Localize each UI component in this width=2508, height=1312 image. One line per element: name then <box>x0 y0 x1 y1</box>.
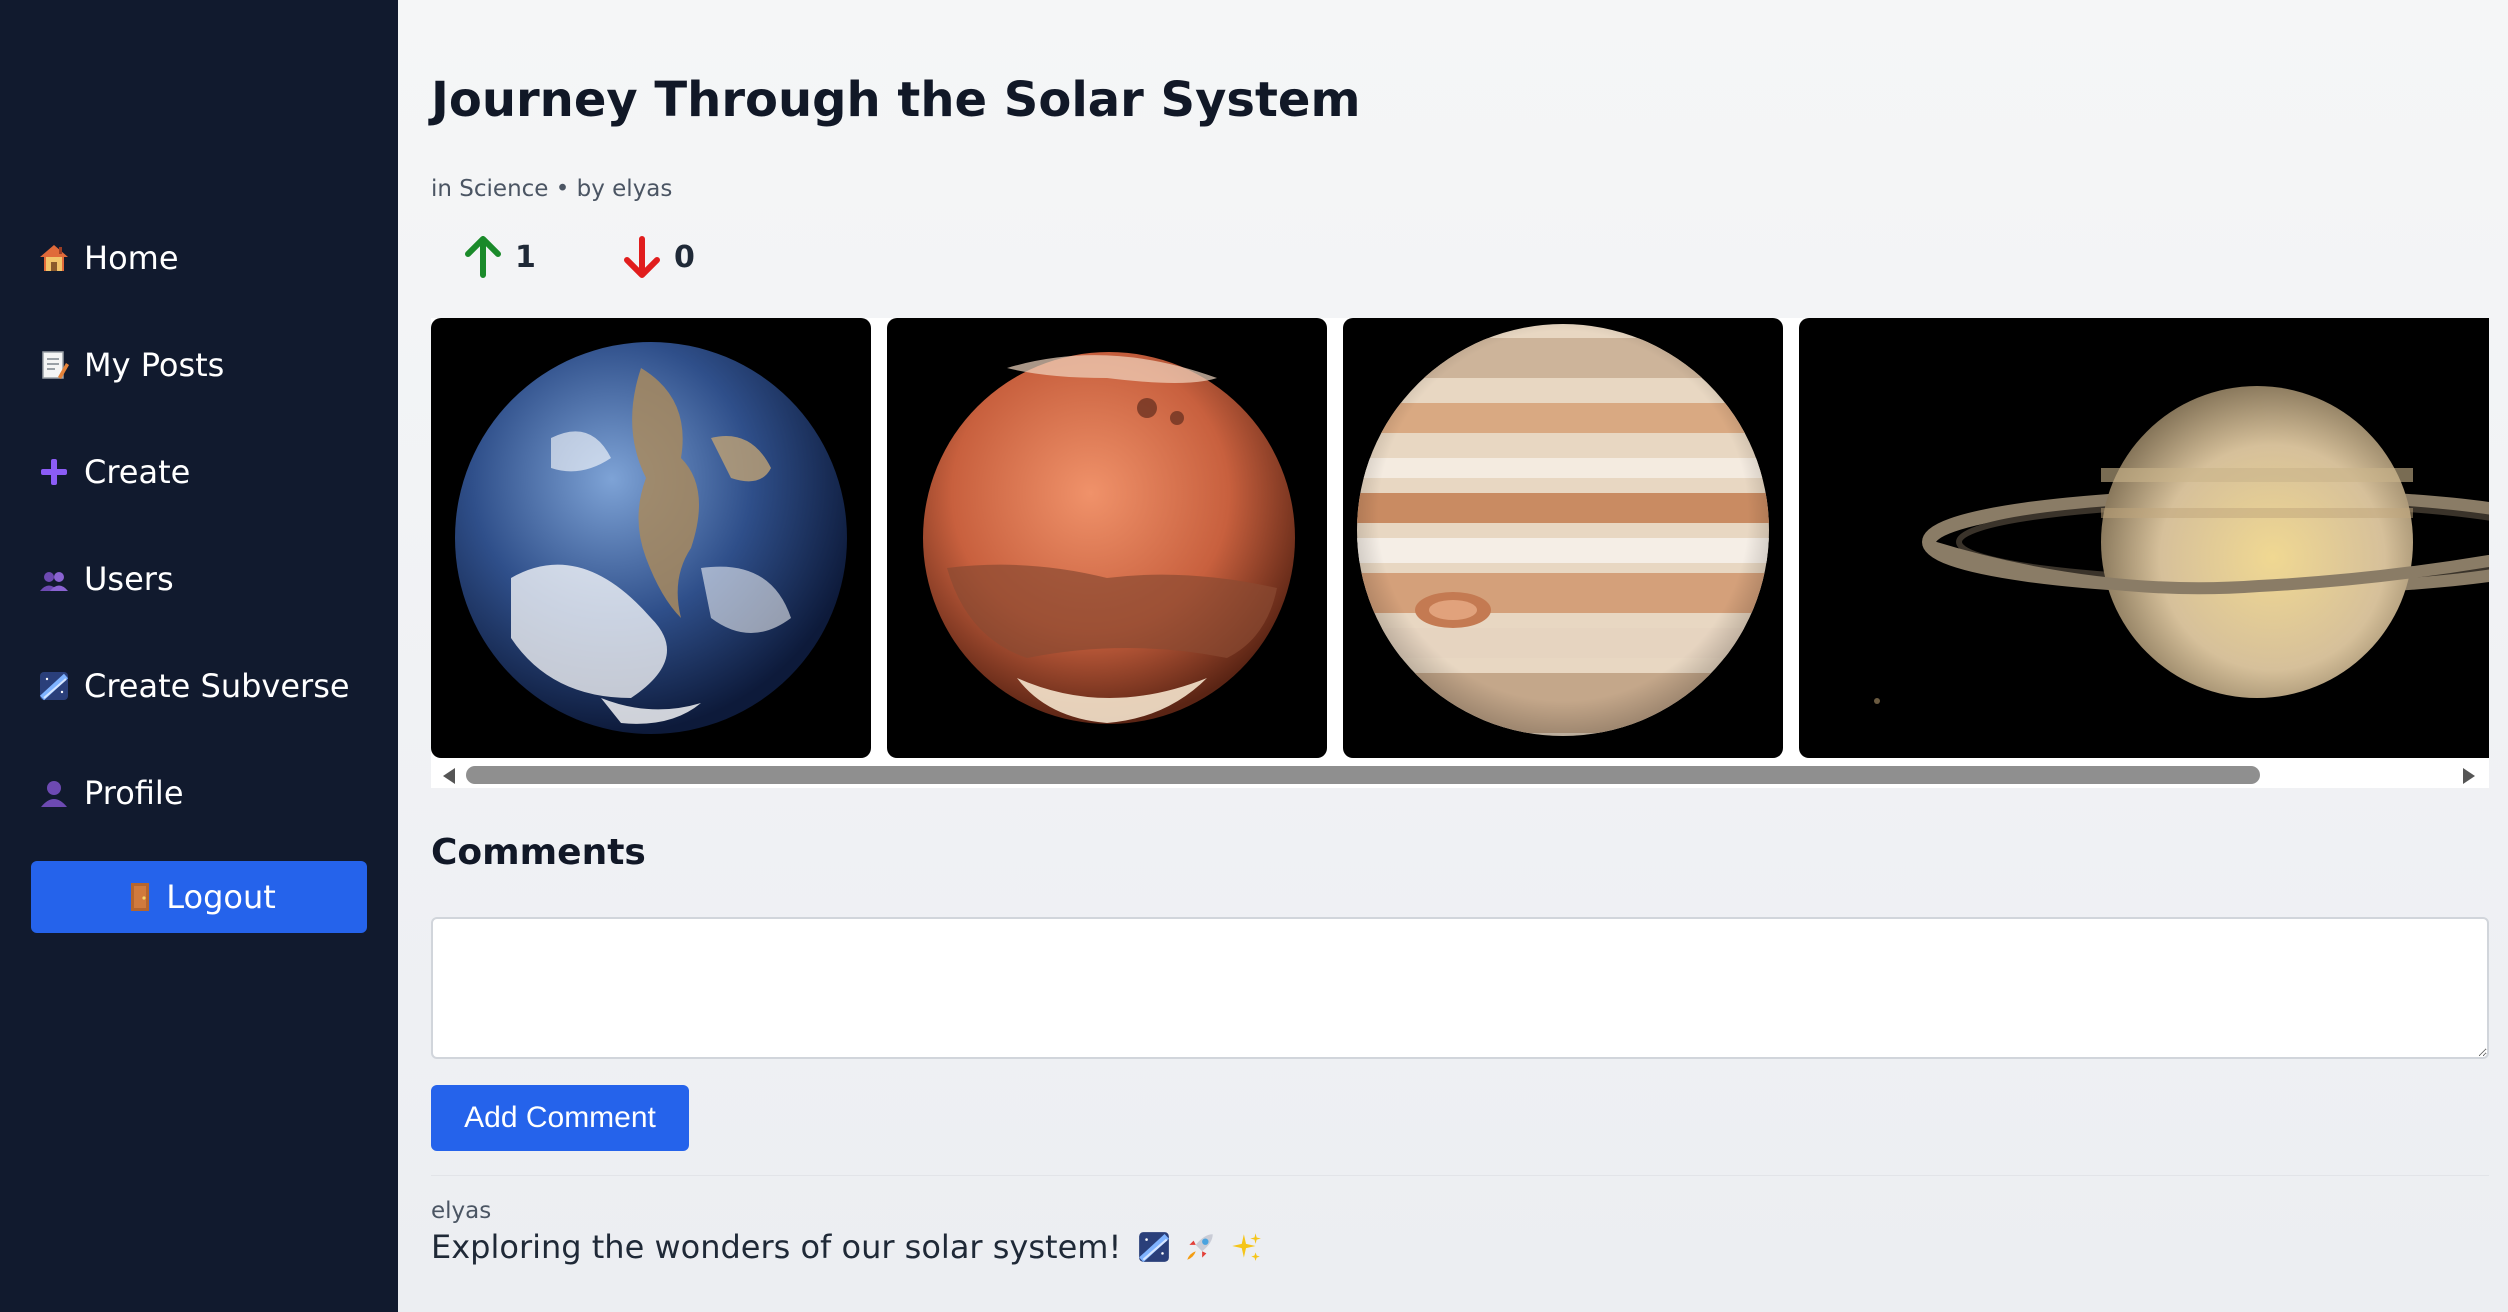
gallery-track <box>431 318 2489 760</box>
milky-way-icon <box>1137 1230 1171 1264</box>
sidebar-item-my-posts[interactable]: My Posts <box>36 335 224 395</box>
sidebar-item-label: Profile <box>84 774 184 812</box>
horizontal-scrollbar-thumb[interactable] <box>466 766 2260 784</box>
sidebar-item-users[interactable]: Users <box>36 549 174 609</box>
gallery-image-saturn[interactable] <box>1799 318 2489 758</box>
sidebar-item-label: Users <box>84 560 174 598</box>
sidebar-item-label: Home <box>84 239 179 277</box>
post-title: Journey Through the Solar System <box>431 72 1361 128</box>
gallery-image-jupiter[interactable] <box>1343 318 1783 758</box>
gallery-image-mars[interactable] <box>887 318 1327 758</box>
sidebar-item-create[interactable]: Create <box>36 442 190 502</box>
post-meta: in Science • by elyas <box>431 176 673 202</box>
divider <box>431 1175 2489 1176</box>
image-gallery[interactable] <box>431 318 2489 788</box>
comment-text: Exploring the wonders of our solar syste… <box>431 1228 1122 1266</box>
logout-button[interactable]: Logout <box>31 861 367 933</box>
comment-author: elyas <box>431 1198 492 1224</box>
sidebar-item-home[interactable]: Home <box>36 228 179 288</box>
comment-input[interactable] <box>431 917 2489 1059</box>
sparkles-icon <box>1229 1230 1263 1264</box>
upvote-count: 1 <box>515 239 536 275</box>
user-icon <box>36 775 72 811</box>
rocket-icon <box>1183 1230 1217 1264</box>
comments-heading: Comments <box>431 832 646 873</box>
comment-body: Exploring the wonders of our solar syste… <box>431 1228 1263 1266</box>
memo-icon <box>36 347 72 383</box>
upvote-button[interactable]: 1 <box>463 232 536 282</box>
sidebar-item-label: Create <box>84 453 191 491</box>
sidebar-item-label: My Posts <box>84 346 225 384</box>
scroll-left-button[interactable] <box>437 764 461 788</box>
sidebar-item-label: Create Subverse <box>84 667 350 705</box>
sidebar-item-profile[interactable]: Profile <box>36 763 184 823</box>
house-icon <box>36 240 72 276</box>
milky-way-icon <box>36 668 72 704</box>
sidebar-item-create-subverse[interactable]: Create Subverse <box>36 656 350 716</box>
gallery-image-earth[interactable] <box>431 318 871 758</box>
arrow-down-icon <box>624 236 660 278</box>
add-comment-button[interactable]: Add Comment <box>431 1085 689 1151</box>
downvote-button[interactable]: 0 <box>622 232 695 282</box>
logout-label: Logout <box>166 878 276 916</box>
sidebar: Home My Posts Create Users Create Subver… <box>0 0 398 1312</box>
door-icon <box>122 879 158 915</box>
scroll-right-button[interactable] <box>2457 764 2481 788</box>
downvote-count: 0 <box>674 239 695 275</box>
plus-icon <box>36 454 72 490</box>
users-icon <box>36 561 72 597</box>
arrow-up-icon <box>465 236 501 278</box>
